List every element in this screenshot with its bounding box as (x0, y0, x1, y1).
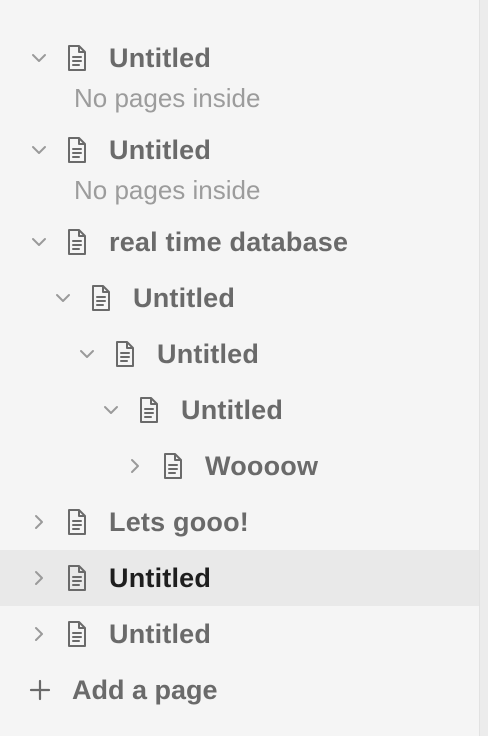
tree-item-real-time-database[interactable]: real time database (0, 214, 488, 270)
tree-item-woooow[interactable]: Woooow (0, 438, 488, 494)
chevron-down-icon[interactable] (28, 139, 50, 161)
tree-item-label: Lets gooo! (109, 506, 249, 537)
tree-item-label: Untitled (109, 134, 212, 165)
add-page-label: Add a page (72, 674, 218, 705)
page-icon (87, 284, 115, 312)
chevron-down-icon[interactable] (28, 231, 50, 253)
tree-item-untitled-last[interactable]: Untitled (0, 606, 488, 662)
tree-item-untitled-3[interactable]: Untitled (0, 270, 488, 326)
chevron-down-icon[interactable] (76, 343, 98, 365)
chevron-down-icon[interactable] (100, 399, 122, 421)
tree-item-untitled-2[interactable]: Untitled (0, 122, 488, 178)
page-icon (63, 228, 91, 256)
chevron-right-icon[interactable] (28, 511, 50, 533)
tree-item-label: Untitled (109, 618, 212, 649)
page-icon (63, 44, 91, 72)
page-icon (159, 452, 187, 480)
scrollbar[interactable] (479, 0, 488, 736)
page-icon (63, 136, 91, 164)
chevron-right-icon[interactable] (28, 567, 50, 589)
tree-item-untitled-4[interactable]: Untitled (0, 326, 488, 382)
tree-item-label: Untitled (109, 42, 212, 73)
page-tree-sidebar: Untitled No pages inside Untitled No pag… (0, 0, 488, 736)
page-icon (63, 508, 91, 536)
tree-item-label: Woooow (205, 450, 319, 481)
tree-item-untitled-5[interactable]: Untitled (0, 382, 488, 438)
tree-item-untitled-1[interactable]: Untitled (0, 30, 488, 86)
tree-item-untitled-selected[interactable]: Untitled (0, 550, 488, 606)
page-icon (111, 340, 139, 368)
chevron-down-icon[interactable] (28, 47, 50, 69)
add-page-button[interactable]: Add a page (0, 662, 488, 718)
tree-item-label: Untitled (181, 394, 284, 425)
tree-item-label: real time database (109, 226, 349, 257)
page-icon (135, 396, 163, 424)
chevron-down-icon[interactable] (52, 287, 74, 309)
chevron-right-icon[interactable] (28, 623, 50, 645)
chevron-right-icon[interactable] (124, 455, 146, 477)
page-icon (63, 620, 91, 648)
tree-item-label: Untitled (157, 338, 260, 369)
page-icon (63, 564, 91, 592)
tree-item-lets-gooo[interactable]: Lets gooo! (0, 494, 488, 550)
tree-item-label: Untitled (109, 562, 212, 593)
tree-item-label: Untitled (133, 282, 236, 313)
plus-icon (28, 678, 52, 702)
